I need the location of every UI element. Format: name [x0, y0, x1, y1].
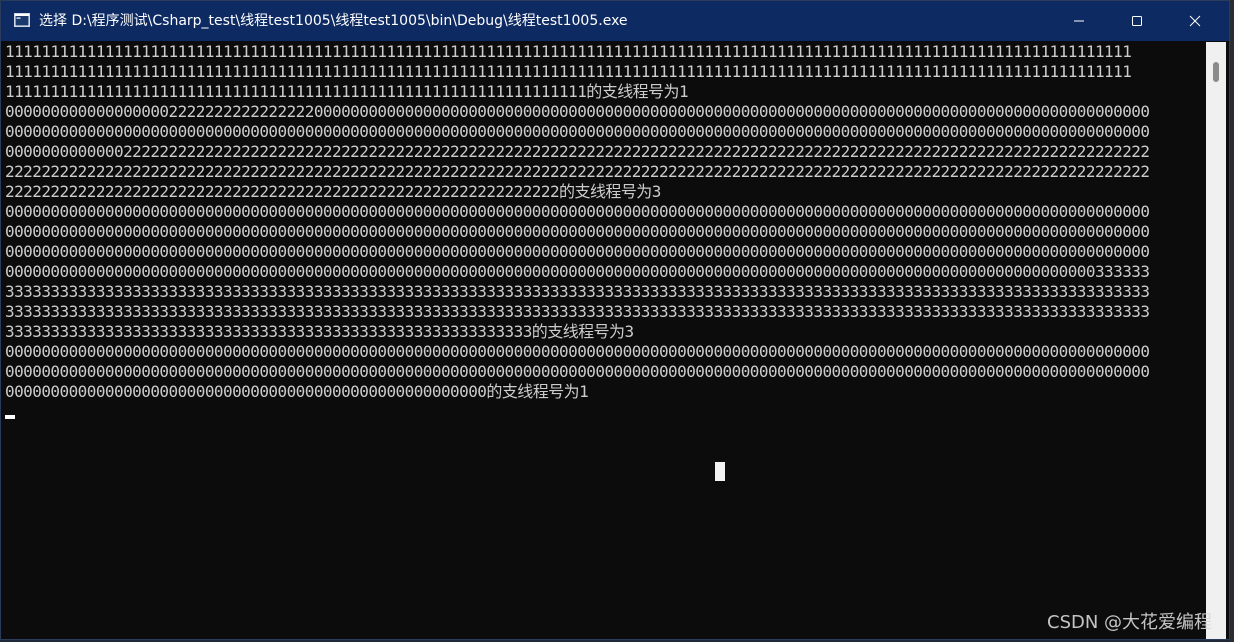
console-line: 3333333333333333333333333333333333333333…: [5, 322, 634, 341]
console-line: 0000000000000000000000000000000000000000…: [5, 342, 1150, 361]
console-line: 2222222222222222222222222222222222222222…: [5, 182, 661, 201]
mouse-caret: [715, 462, 725, 481]
console-line: 0000000000000000002222222222222222000000…: [5, 102, 1150, 121]
background-strip: [1230, 0, 1234, 642]
console-line: 0000000000000000000000000000000000000000…: [5, 122, 1150, 141]
maximize-button[interactable]: [1108, 1, 1166, 41]
console-line: 3333333333333333333333333333333333333333…: [5, 302, 1150, 321]
console-line: 0000000000000000000000000000000000000000…: [5, 382, 589, 401]
console-line: 1111111111111111111111111111111111111111…: [5, 42, 1132, 61]
title-bar[interactable]: 选择 D:\程序测试\Csharp_test\线程test1005\线程test…: [1, 1, 1229, 41]
minimize-icon: [1073, 15, 1085, 27]
console-app-icon: [14, 13, 30, 27]
console-line: 3333333333333333333333333333333333333333…: [5, 282, 1150, 301]
console-line: 0000000000000000000000000000000000000000…: [5, 202, 1150, 221]
console-line: 0000000000000000000000000000000000000000…: [5, 362, 1150, 381]
console-output[interactable]: 1111111111111111111111111111111111111111…: [5, 42, 1205, 638]
vertical-scrollbar[interactable]: [1206, 42, 1226, 639]
console-window: 选择 D:\程序测试\Csharp_test\线程test1005\线程test…: [0, 0, 1230, 640]
watermark: CSDN @大花爱编程: [1047, 612, 1213, 633]
text-cursor: [5, 415, 15, 419]
console-line: 0000000000000000000000000000000000000000…: [5, 222, 1150, 241]
console-line: 1111111111111111111111111111111111111111…: [5, 62, 1132, 81]
maximize-icon: [1131, 15, 1143, 27]
close-icon: [1189, 15, 1201, 27]
console-line: 0000000000000222222222222222222222222222…: [5, 142, 1150, 161]
console-line: 1111111111111111111111111111111111111111…: [5, 82, 689, 101]
window-title: 选择 D:\程序测试\Csharp_test\线程test1005\线程test…: [39, 13, 628, 29]
scrollbar-thumb[interactable]: [1213, 62, 1219, 82]
console-line: 2222222222222222222222222222222222222222…: [5, 162, 1150, 181]
console-line: 0000000000000000000000000000000000000000…: [5, 262, 1150, 281]
console-line: 0000000000000000000000000000000000000000…: [5, 242, 1150, 261]
close-button[interactable]: [1166, 1, 1224, 41]
minimize-button[interactable]: [1050, 1, 1108, 41]
